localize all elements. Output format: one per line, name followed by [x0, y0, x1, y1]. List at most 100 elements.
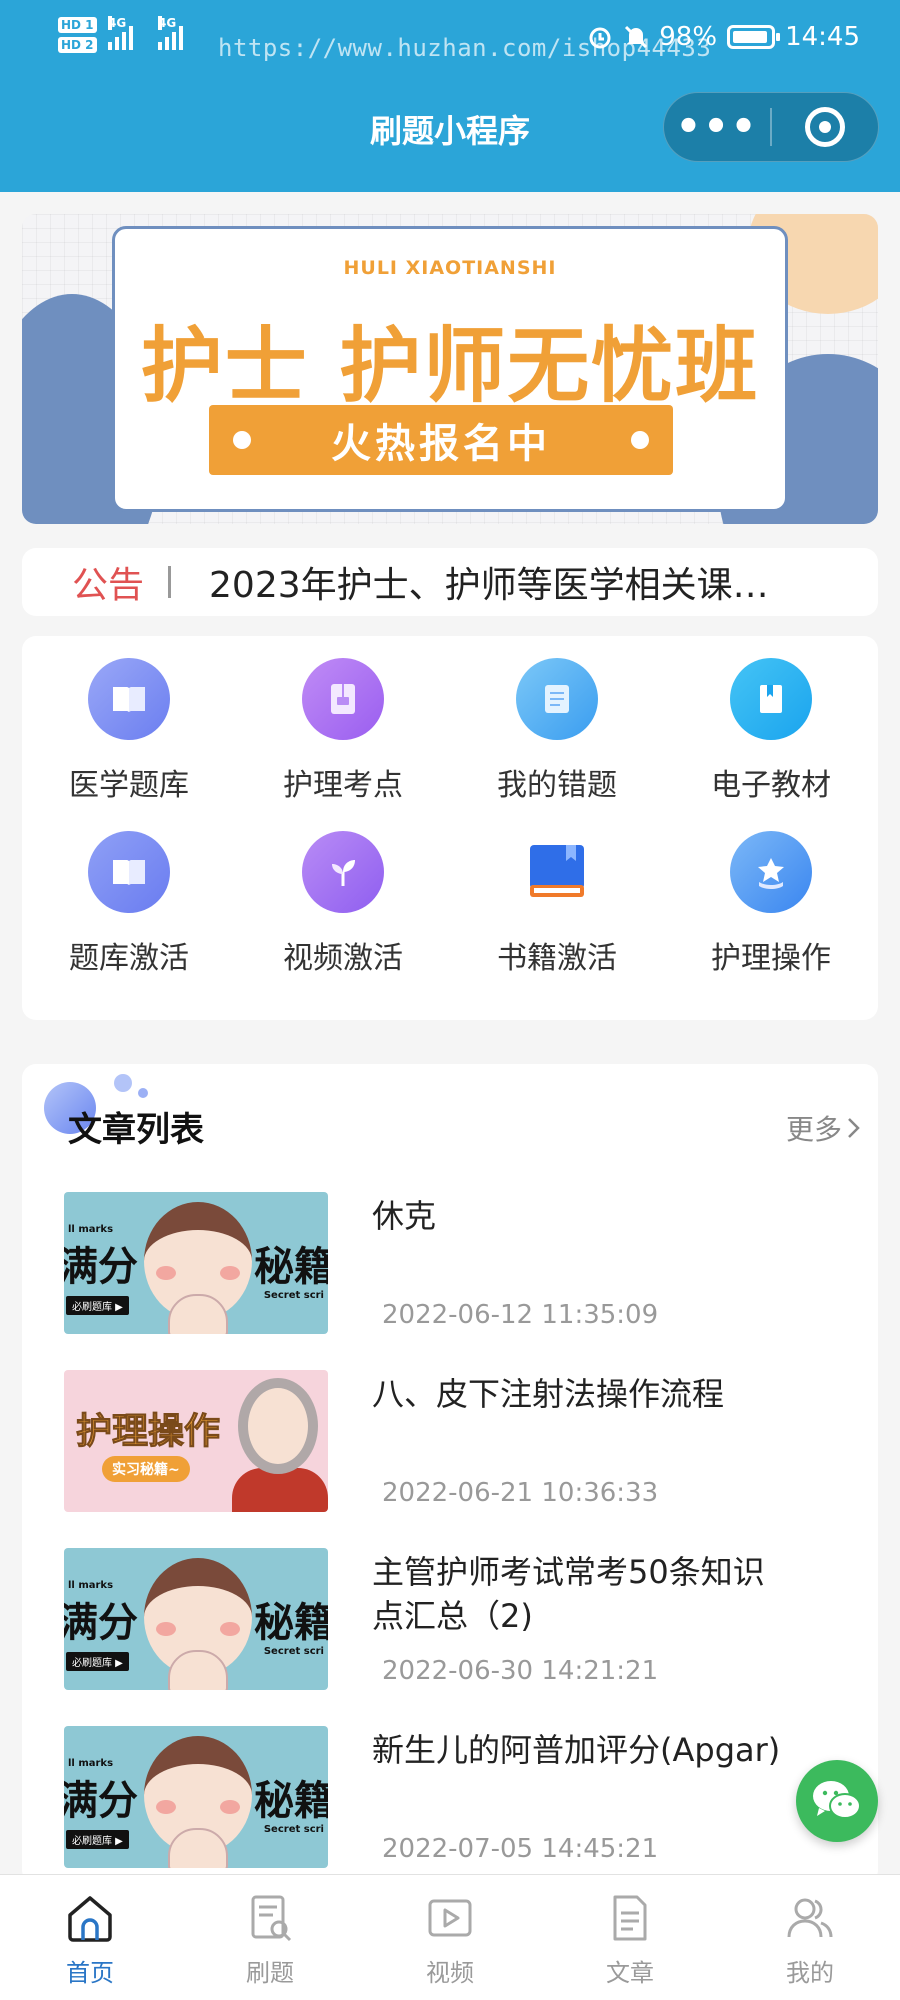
article-date: 2022-06-21 10:36:33: [382, 1478, 659, 1508]
home-icon: [68, 1896, 112, 1942]
grid-label: 护理操作: [711, 941, 831, 976]
target-icon: [805, 107, 845, 147]
grid-item-bank-activate[interactable]: 题库激活: [22, 831, 236, 1004]
status-bar: HD 1 HD 2 4G 4G https://www.huzhan.com/i…: [0, 0, 900, 80]
thumb-word-right: 秘籍: [254, 1600, 328, 1646]
tab-video[interactable]: 视频: [360, 1875, 540, 2000]
grid-label: 医学题库: [69, 768, 189, 803]
alarm-icon: [589, 27, 611, 49]
quiz-icon: [251, 1895, 292, 1942]
signal-1-icon: 4G: [108, 16, 133, 50]
list-item[interactable]: ll marks 满分 秘籍 Secret scri 必刷题库 ▶ 主管护师考试…: [64, 1548, 854, 1698]
article-date: 2022-06-12 11:35:09: [382, 1300, 659, 1330]
wechat-icon: [813, 1781, 861, 1819]
grid-item-medical-bank[interactable]: 医学题库: [22, 658, 236, 831]
notice-divider: [168, 566, 172, 598]
thumb-word-left: 满分: [64, 1600, 138, 1646]
banner-subtitle: HULI XIAOTIANSHI: [343, 257, 557, 279]
article-thumbnail: 护理操作 实习秘籍~: [64, 1370, 328, 1512]
cheek: [220, 1266, 240, 1280]
books-icon: [516, 831, 598, 913]
sim-indicators: HD 1 HD 2: [58, 14, 101, 54]
bookmark-book-icon: [730, 658, 812, 740]
top-bar: HD 1 HD 2 4G 4G https://www.huzhan.com/i…: [0, 0, 900, 192]
thumb-chip: 必刷题库 ▶: [66, 1296, 129, 1315]
cheek: [156, 1800, 176, 1814]
book-icon: [88, 658, 170, 740]
thumb-small-right: Secret scri: [263, 1290, 324, 1301]
tab-label: 文章: [606, 1959, 654, 1987]
mini-program-capsule: •••: [663, 92, 879, 162]
list-item[interactable]: 护理操作 实习秘籍~ 八、皮下注射法操作流程 2022-06-21 10:36:…: [64, 1370, 854, 1520]
close-target-button[interactable]: [772, 107, 878, 147]
promo-banner[interactable]: HULI XIAOTIANSHI 护士 护师无忧班 火热报名中: [22, 214, 878, 524]
sim1-badge: HD 1: [58, 17, 97, 33]
grid-label: 视频激活: [283, 941, 403, 976]
article-title: 新生儿的阿普加评分(Apgar): [372, 1731, 781, 1769]
cheek: [220, 1622, 240, 1636]
article-title: 主管护师考试常考50条知识点汇总（2): [372, 1553, 765, 1635]
more-dots-icon[interactable]: •••: [664, 92, 770, 162]
tab-label: 我的: [786, 1959, 834, 1987]
cheek: [156, 1266, 176, 1280]
list-item[interactable]: ll marks 满分 秘籍 Secret scri 必刷题库 ▶ 新生儿的阿普…: [64, 1726, 854, 1876]
bottom-tab-bar: 首页 刷题 视频 文章 我的: [0, 1874, 900, 2000]
star-badge-icon: [730, 831, 812, 913]
more-link[interactable]: 更多: [786, 1108, 862, 1148]
grid-item-wrong-questions[interactable]: 我的错题: [450, 658, 664, 831]
book-icon: [88, 831, 170, 913]
tab-article[interactable]: 文章: [540, 1875, 720, 2000]
thumb-word-left: 满分: [64, 1778, 138, 1824]
thumb-ops-sub: 实习秘籍~: [102, 1456, 190, 1482]
grid-item-nursing-ops[interactable]: 护理操作: [664, 831, 878, 1004]
cheek: [156, 1622, 176, 1636]
article-title: 休克: [372, 1197, 437, 1235]
banner-headline: 护士 护师无忧班: [140, 319, 760, 414]
thumb-small-right: Secret scri: [263, 1646, 324, 1657]
battery-icon: [727, 25, 781, 49]
thumb-ops-title: 护理操作: [75, 1411, 221, 1453]
notice-bar[interactable]: 公告 2023年护士、护师等医学相关课…: [22, 548, 878, 616]
article-date: 2022-06-30 14:21:21: [382, 1656, 659, 1686]
article-thumbnail: ll marks 满分 秘籍 Secret scri 必刷题库 ▶: [64, 1548, 328, 1690]
grid-item-book-activate[interactable]: 书籍激活: [450, 831, 664, 1004]
header-deco-dot: [114, 1074, 132, 1092]
article-date: 2022-07-05 14:45:21: [382, 1834, 659, 1864]
tab-mine[interactable]: 我的: [720, 1875, 900, 2000]
grid-label: 书籍激活: [497, 941, 617, 976]
article-thumbnail: ll marks 满分 秘籍 Secret scri 必刷题库 ▶: [64, 1192, 328, 1334]
thumb-chip: 必刷题库 ▶: [66, 1652, 129, 1671]
thumb-chip: 必刷题库 ▶: [66, 1830, 129, 1849]
wechat-chat-button[interactable]: [796, 1760, 878, 1842]
leaf-icon: [302, 831, 384, 913]
article-list: 文章列表 更多 ll marks 满分 秘籍 Secret scri 必刷题库 …: [22, 1064, 878, 1884]
grid-item-video-activate[interactable]: 视频激活: [236, 831, 450, 1004]
more-label: 更多: [785, 1113, 842, 1146]
banner-signup-pill: 火热报名中: [209, 405, 673, 475]
sim2-badge: HD 2: [58, 37, 97, 53]
thumb-word-right: 秘籍: [254, 1778, 328, 1824]
grid-label: 我的错题: [497, 768, 617, 803]
article-thumbnail: ll marks 满分 秘籍 Secret scri 必刷题库 ▶: [64, 1726, 328, 1868]
tab-quiz[interactable]: 刷题: [180, 1875, 360, 2000]
list-item[interactable]: ll marks 满分 秘籍 Secret scri 必刷题库 ▶ 休克 202…: [64, 1192, 854, 1342]
cheek: [220, 1800, 240, 1814]
tab-home[interactable]: 首页: [0, 1875, 180, 2000]
status-right: 98% 14:45: [587, 22, 860, 52]
grid-label: 题库激活: [69, 941, 189, 976]
folder-icon: [302, 658, 384, 740]
tab-label: 刷题: [246, 1959, 294, 1987]
thumb-word-left: 满分: [64, 1244, 138, 1290]
grid-item-nursing-points[interactable]: 护理考点: [236, 658, 450, 831]
grid-item-ebook[interactable]: 电子教材: [664, 658, 878, 831]
grid-label: 护理考点: [283, 768, 403, 803]
cartoon-girl: [238, 1378, 318, 1474]
scroll-icon: [516, 658, 598, 740]
section-title: 文章列表: [68, 1110, 204, 1150]
clock: 14:45: [785, 22, 860, 52]
user-icon: [787, 1898, 833, 1938]
banner-card: HULI XIAOTIANSHI 护士 护师无忧班 火热报名中: [112, 226, 788, 512]
notice-text: 2023年护士、护师等医学相关课…: [209, 565, 769, 606]
battery-percent: 98%: [659, 22, 718, 52]
article-title: 八、皮下注射法操作流程: [372, 1375, 725, 1413]
